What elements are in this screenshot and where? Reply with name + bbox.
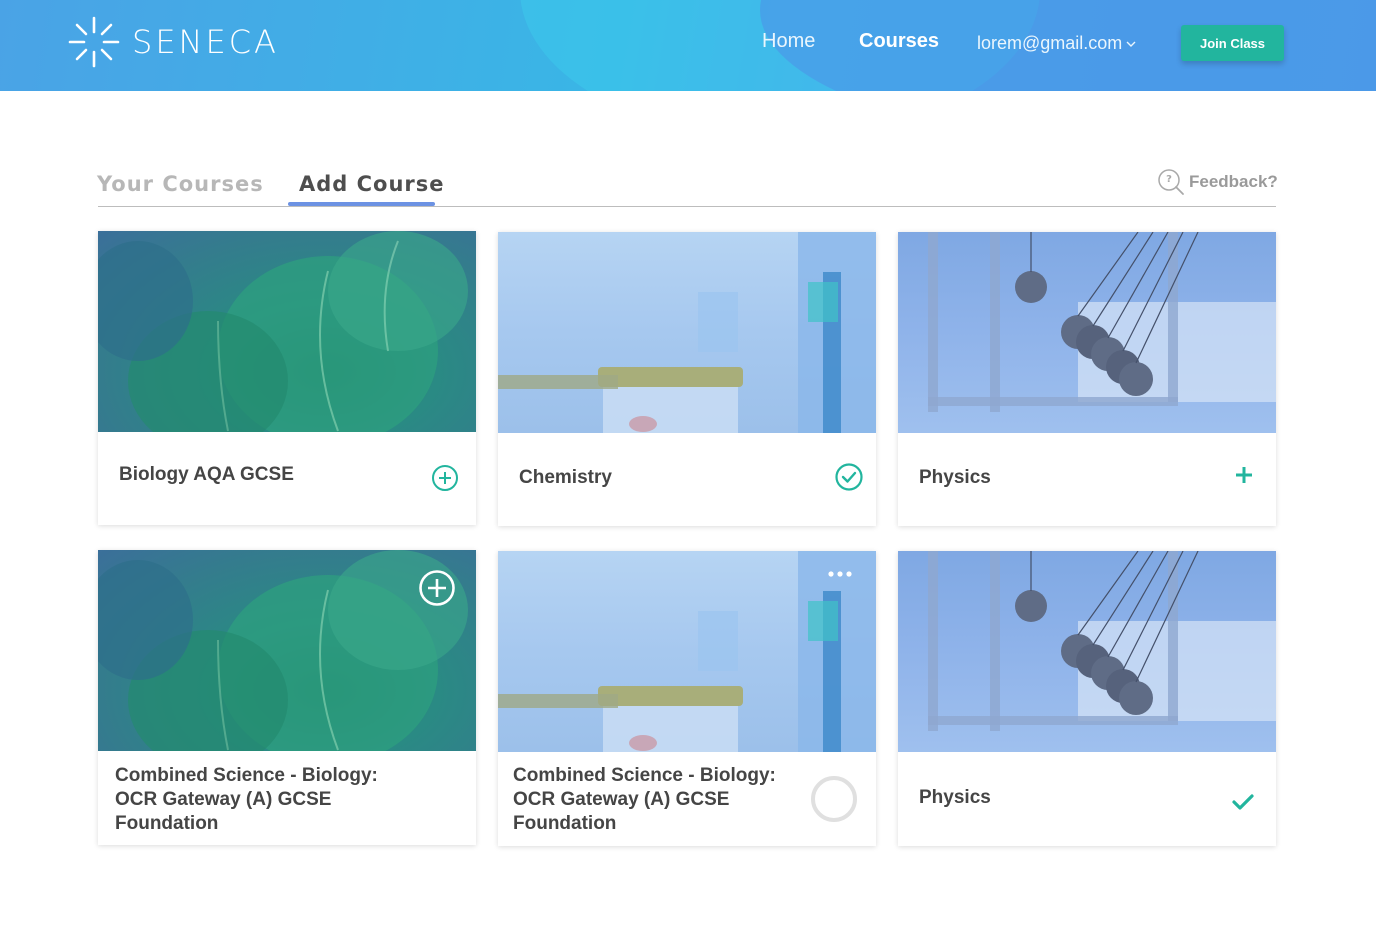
more-dots-icon[interactable] bbox=[826, 569, 856, 579]
check-icon[interactable] bbox=[1231, 792, 1255, 812]
nav-courses-link[interactable]: Courses bbox=[859, 30, 939, 53]
tab-your-courses[interactable]: Your Courses bbox=[97, 172, 264, 196]
brand-logo[interactable]: SENECA bbox=[66, 14, 279, 70]
course-card[interactable]: Combined Science - Biology: OCR Gateway … bbox=[498, 551, 876, 846]
join-class-button[interactable]: Join Class bbox=[1181, 25, 1284, 61]
course-card[interactable]: Chemistry bbox=[498, 232, 876, 526]
course-card[interactable]: Physics bbox=[898, 551, 1276, 846]
course-title: Physics bbox=[919, 467, 991, 488]
course-image-plant bbox=[98, 231, 476, 432]
course-card[interactable]: Biology AQA GCSE bbox=[98, 231, 476, 525]
nav-home-link[interactable]: Home bbox=[762, 30, 815, 53]
course-title: Combined Science - Biology: OCR Gateway … bbox=[115, 764, 378, 836]
loading-ring-icon bbox=[811, 776, 857, 822]
course-title-line: Combined Science - Biology: bbox=[513, 765, 776, 786]
course-title-line: OCR Gateway (A) GCSE bbox=[115, 789, 332, 810]
course-image-lab bbox=[498, 551, 876, 752]
chevron-down-icon bbox=[1126, 41, 1136, 47]
course-image-newtons-cradle bbox=[898, 232, 1276, 433]
course-card[interactable]: Physics bbox=[898, 232, 1276, 526]
feedback-label: Feedback? bbox=[1189, 172, 1278, 191]
account-dropdown[interactable]: lorem@gmail.com bbox=[977, 33, 1136, 54]
check-circle-icon[interactable] bbox=[834, 462, 864, 492]
sunburst-logo-icon bbox=[68, 16, 120, 68]
course-title: Physics bbox=[919, 787, 991, 808]
course-title-line: Foundation bbox=[115, 813, 219, 834]
top-header: SENECA Home Courses lorem@gmail.com Join… bbox=[0, 0, 1376, 91]
course-title: Chemistry bbox=[519, 467, 612, 488]
course-title: Biology AQA GCSE bbox=[119, 464, 294, 485]
course-card[interactable]: Combined Science - Biology: OCR Gateway … bbox=[98, 550, 476, 845]
course-title-line: OCR Gateway (A) GCSE bbox=[513, 789, 730, 810]
plus-icon[interactable] bbox=[1234, 465, 1254, 485]
course-title-line: Combined Science - Biology: bbox=[115, 765, 378, 786]
svg-text:?: ? bbox=[1166, 174, 1172, 185]
course-image-lab bbox=[498, 232, 876, 433]
help-search-icon: ? bbox=[1158, 169, 1184, 195]
tab-divider bbox=[98, 206, 1276, 207]
tab-add-course[interactable]: Add Course bbox=[299, 172, 445, 196]
brand-name: SENECA bbox=[132, 23, 279, 61]
course-image-newtons-cradle bbox=[898, 551, 1276, 752]
add-circle-overlay-icon[interactable] bbox=[418, 569, 456, 607]
account-email: lorem@gmail.com bbox=[977, 33, 1123, 53]
add-circle-icon[interactable] bbox=[431, 464, 459, 492]
course-title: Combined Science - Biology: OCR Gateway … bbox=[513, 764, 776, 836]
feedback-link[interactable]: ? Feedback? bbox=[1157, 168, 1278, 196]
course-title-line: Foundation bbox=[513, 813, 617, 834]
